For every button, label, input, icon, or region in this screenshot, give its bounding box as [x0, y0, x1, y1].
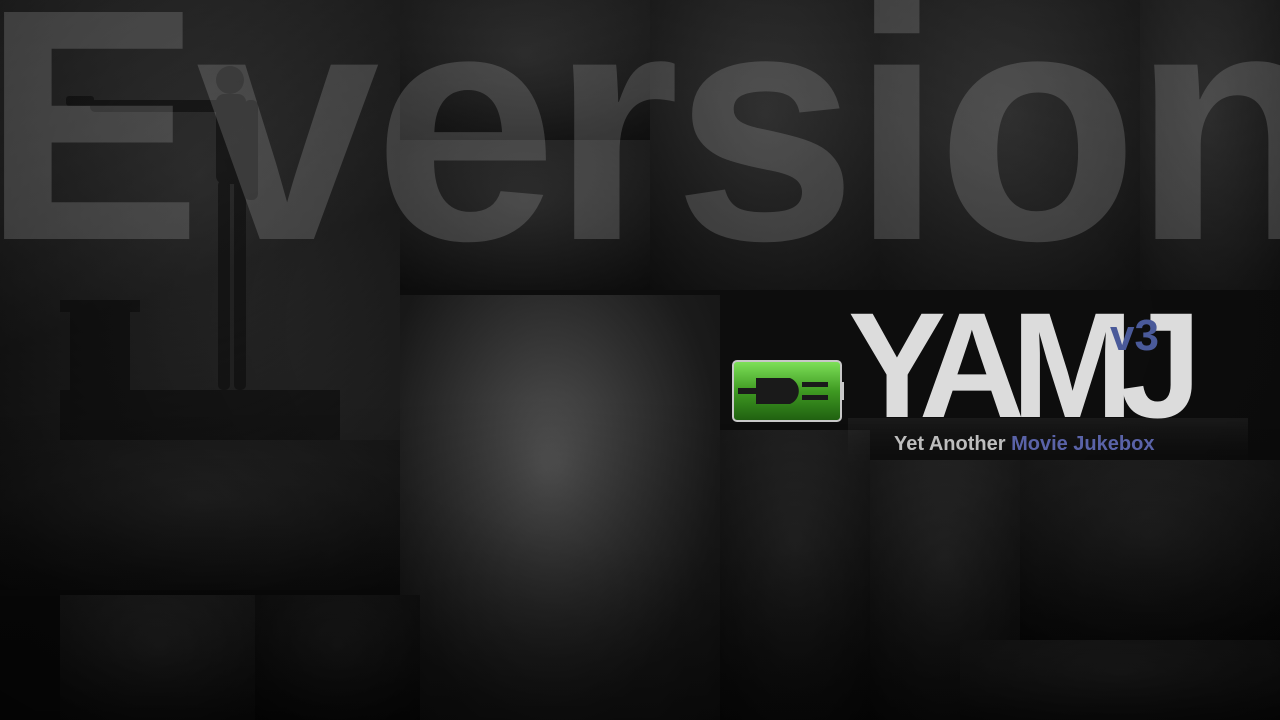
yamj-logo: YAMJ v3 Yet Another Movie Jukebox	[848, 290, 1248, 490]
splash-screen: Eversion YAMJ v3 Yet Another Movie Jukeb…	[0, 0, 1280, 720]
logo-tagline: Yet Another Movie Jukebox	[894, 432, 1154, 456]
watermark-text: Eversion	[0, 0, 1280, 309]
tagline-part-2: Movie Jukebox	[1011, 433, 1155, 455]
plug-battery-icon	[732, 360, 844, 422]
logo-version: v3	[1110, 311, 1159, 360]
tagline-part-1: Yet Another	[894, 433, 1012, 455]
